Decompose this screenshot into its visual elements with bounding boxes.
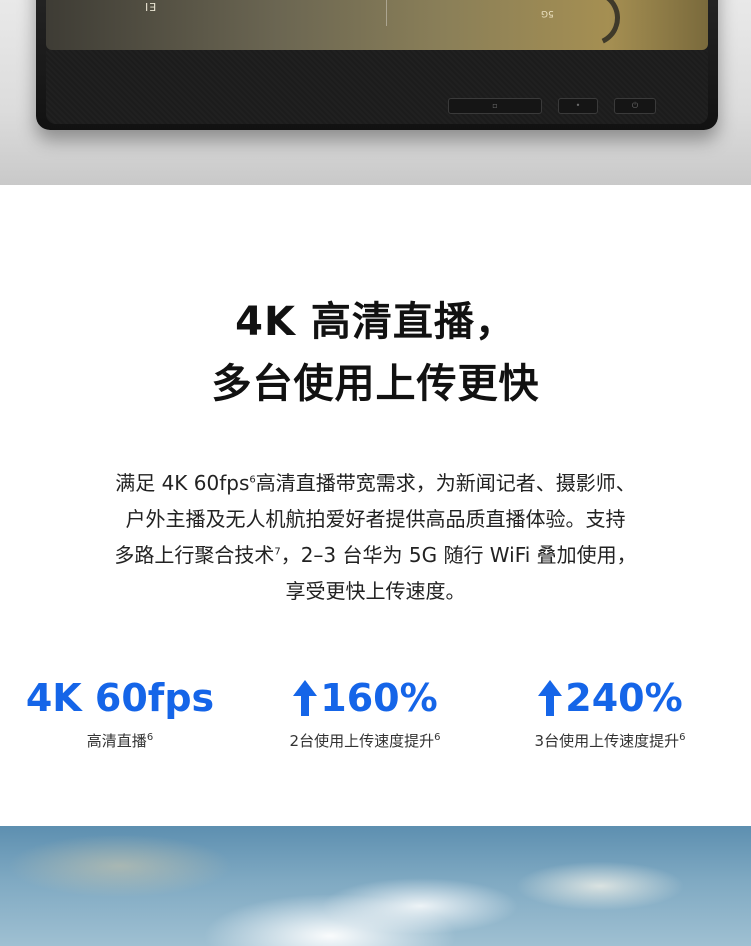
- stat-value-text: 240%: [565, 676, 683, 720]
- stat-caption: 高清直播6: [0, 730, 245, 752]
- power-button: ⏻: [614, 98, 656, 114]
- device-leather-back: [46, 50, 708, 124]
- description-line-1: 满足 4K 60fps6高清直播带宽需求，为新闻记者、摄影师、: [0, 466, 751, 501]
- device-screen: EI 5G: [46, 0, 708, 54]
- description-text: 满足 4K 60fps: [115, 471, 250, 495]
- sky-photo-bottom: [0, 826, 751, 946]
- footnote-marker: 6: [146, 732, 154, 743]
- stat-caption-text: 3台使用上传速度提升: [534, 732, 680, 750]
- description-line-2: 户外主播及无人机航拍爱好者提供高品质直播体验。支持: [125, 507, 626, 531]
- stat-value-text: 160%: [320, 676, 438, 720]
- stat-value: 160%: [292, 672, 438, 724]
- screen-logo-arc-icon: [556, 0, 628, 54]
- stat-value-text: 4K 60fps: [25, 676, 215, 720]
- description-text: 高清直播带宽需求，为新闻记者、摄影师、: [255, 471, 636, 495]
- sim-slot-button: ▫: [448, 98, 542, 114]
- footnote-marker: 6: [434, 732, 441, 743]
- stat-4k60fps: 4K 60fps 高清直播6: [0, 672, 245, 752]
- headline-line-1: 4K 高清直播，: [235, 299, 516, 345]
- arrow-up-icon: [292, 678, 318, 718]
- stat-3-devices: 240% 3台使用上传速度提升6: [485, 672, 735, 752]
- screen-divider: [386, 0, 387, 26]
- wps-button: •: [558, 98, 598, 114]
- arrow-up-icon: [537, 678, 563, 718]
- description-line-3: 多路上行聚合技术7，2–3 台华为 5G 随行 WiFi 叠加使用，: [0, 538, 751, 573]
- headline-line-2: 多台使用上传更快: [211, 361, 540, 407]
- description-line-4: 享受更快上传速度。: [285, 579, 466, 603]
- footnote-marker: 6: [679, 732, 686, 743]
- stat-2-devices: 160% 2台使用上传速度提升6: [240, 672, 490, 752]
- stat-caption: 2台使用上传速度提升6: [240, 730, 490, 752]
- stat-caption-text: 高清直播: [86, 732, 147, 750]
- device-photo-top: EI 5G ▫ • ⏻: [0, 0, 751, 185]
- description-text: 多路上行聚合技术: [114, 543, 275, 567]
- screen-brand-text: EI: [144, 0, 157, 13]
- stat-caption: 3台使用上传速度提升6: [485, 730, 735, 752]
- stat-value: 4K 60fps: [26, 672, 214, 724]
- stat-value: 240%: [537, 672, 683, 724]
- stat-caption-text: 2台使用上传速度提升: [289, 732, 435, 750]
- description-text: ，2–3 台华为 5G 随行 WiFi 叠加使用，: [280, 543, 637, 567]
- screen-5g-label: 5G: [541, 8, 554, 18]
- device-body: EI 5G ▫ • ⏻: [36, 0, 718, 130]
